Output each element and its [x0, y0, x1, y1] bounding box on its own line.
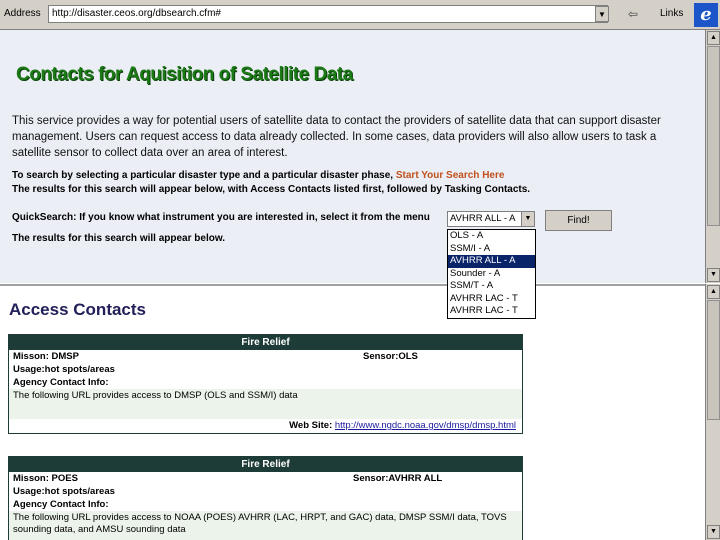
address-bar: Address http://disaster.ceos.org/dbsearc… — [0, 0, 720, 30]
card-header: Fire Relief — [9, 457, 522, 472]
find-button[interactable]: Find! — [545, 210, 612, 231]
contact-card: Fire Relief Misson: DMSP Sensor:OLS Usag… — [8, 334, 523, 434]
dropdown-option[interactable]: Sounder - A — [448, 268, 535, 281]
scroll-up-icon[interactable]: ▲ — [707, 285, 720, 299]
dropdown-option[interactable]: SSM/I - A — [448, 243, 535, 256]
links-button[interactable]: Links — [660, 8, 683, 19]
contact-info-label: Agency Contact Info: — [13, 377, 109, 388]
sensor-label: Sensor:AVHRR ALL — [353, 473, 443, 484]
scroll-thumb[interactable] — [707, 46, 720, 226]
scroll-up-icon[interactable]: ▲ — [707, 31, 720, 45]
arrow-right-icon[interactable]: ⇦ — [622, 6, 644, 22]
search-frame: Contacts for Aquisition of Satellite Dat… — [0, 30, 705, 283]
contact-info-label: Agency Contact Info: — [13, 499, 109, 510]
dropdown-option[interactable]: AVHRR LAC - T — [448, 305, 535, 318]
usage-row: Usage:hot spots/areas — [13, 486, 115, 497]
search-lead-text: To search by selecting a particular disa… — [12, 170, 396, 181]
dropdown-option[interactable]: SSM/T - A — [448, 280, 535, 293]
instrument-dropdown-list[interactable]: OLS - A SSM/I - A AVHRR ALL - A Sounder … — [447, 229, 536, 319]
web-site-row: Web Site: http://www.ngdc.noaa.gov/dmsp/… — [9, 419, 522, 433]
mission-row: Misson: POES Sensor:AVHRR ALL — [9, 472, 522, 485]
mission-row: Misson: DMSP Sensor:OLS — [9, 350, 522, 363]
sensor-label: Sensor:OLS — [363, 351, 418, 362]
dropdown-option-selected[interactable]: AVHRR ALL - A — [448, 255, 535, 268]
start-search-link[interactable]: Start Your Search Here — [396, 170, 505, 181]
web-site-label: Web Site: — [289, 420, 335, 431]
dropdown-option[interactable]: AVHRR LAC - T — [448, 293, 535, 306]
card-header: Fire Relief — [9, 335, 522, 350]
address-label: Address — [4, 8, 41, 19]
instrument-select-value: AVHRR ALL - A — [450, 213, 516, 224]
chevron-down-icon[interactable]: ▼ — [521, 212, 534, 226]
instrument-select[interactable]: AVHRR ALL - A ▼ — [447, 211, 535, 227]
web-site-link[interactable]: http://www.ngdc.noaa.gov/dmsp/dmsp.html — [335, 420, 516, 431]
mission-label: Misson: DMSP — [13, 351, 79, 362]
chevron-down-icon[interactable]: ▼ — [595, 6, 609, 22]
intro-text: This service provides a way for potentia… — [12, 115, 661, 159]
quicksearch-label: QuickSearch: If you know what instrument… — [12, 212, 430, 223]
scroll-down-icon[interactable]: ▼ — [707, 525, 720, 539]
results-frame-scrollbar[interactable]: ▲ ▼ — [705, 284, 720, 540]
results-order-text: The results for this search will appear … — [12, 184, 531, 195]
contact-card: Fire Relief Misson: POES Sensor:AVHRR AL… — [8, 456, 523, 540]
top-frame-scrollbar[interactable]: ▲ ▼ — [705, 30, 720, 283]
page-title: Contacts for Aquisition of Satellite Dat… — [16, 64, 353, 85]
dropdown-option[interactable]: OLS - A — [448, 230, 535, 243]
access-contacts-heading: Access Contacts — [9, 300, 147, 319]
search-instructions: To search by selecting a particular disa… — [12, 169, 692, 197]
usage-row: Usage:hot spots/areas — [13, 364, 115, 375]
results-frame: Access Contacts Fire Relief Misson: DMSP… — [0, 284, 705, 540]
results-note: The results for this search will appear … — [12, 233, 226, 244]
contact-info-text: The following URL provides access to DMS… — [9, 389, 522, 419]
contact-info-text: The following URL provides access to NOA… — [9, 511, 522, 540]
scroll-thumb[interactable] — [707, 300, 720, 420]
mission-label: Misson: POES — [13, 473, 78, 484]
ie-logo-icon: e — [694, 3, 718, 27]
scroll-down-icon[interactable]: ▼ — [707, 268, 720, 282]
url-input[interactable]: http://disaster.ceos.org/dbsearch.cfm# — [48, 5, 608, 23]
